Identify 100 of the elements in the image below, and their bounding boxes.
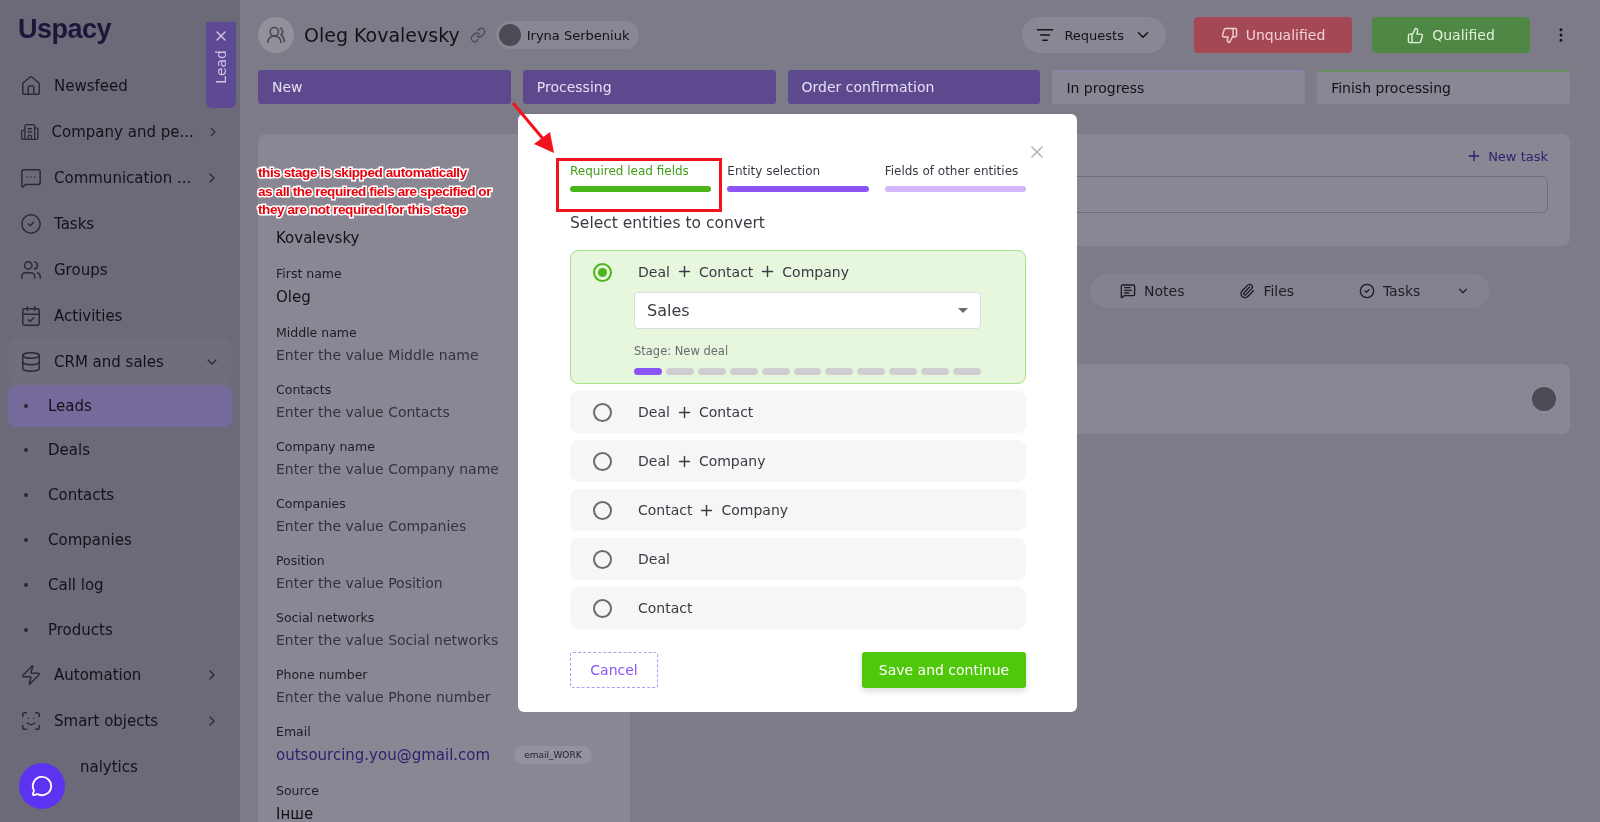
field-label: Companies [276,496,346,511]
email-link[interactable]: outsourcing.you@gmail.com [276,746,491,764]
field-label: Position [276,553,325,568]
nav-subitem[interactable]: Call log [48,575,104,594]
calendar-icon [20,305,42,327]
responsible-chip[interactable]: Iryna Serbeniuk [495,21,640,49]
entity-option[interactable]: Deal Contact Company Sales Stage: New deal [570,250,1026,384]
nav-subitem[interactable]: Products [48,620,113,639]
radio-button[interactable] [593,500,612,520]
entity-name: Deal [638,404,670,420]
annotation-text: this stage is skipped automatically as all the required fiels are specified or they are not required for this stage [258,164,492,219]
bullet-icon [24,582,28,587]
unqualified-button[interactable]: Unqualified [1194,17,1352,53]
entity-option[interactable]: Deal [570,538,1026,580]
pipeline-dropdown[interactable]: Requests [1022,17,1166,53]
nav-subitem[interactable]: Deals [48,440,90,459]
entity-option[interactable]: Deal Company [570,440,1026,482]
field-placeholder[interactable]: Enter the value Social networks [276,632,499,648]
note-icon [1120,283,1136,299]
timeline-tab[interactable]: Files [1239,283,1349,299]
thumbs-down-icon [1220,26,1238,44]
nav-subitem[interactable]: Companies [48,530,132,549]
radio-button[interactable] [593,451,612,471]
building-icon [20,121,40,143]
radio-button[interactable] [593,598,612,618]
stage-step[interactable]: Order confirmation [787,70,1041,104]
entity-name: Company [698,453,766,469]
field-placeholder[interactable]: Enter the value Company name [276,461,499,477]
entity-name: Company [782,263,849,280]
nav-item[interactable]: Tasks [54,215,95,233]
nav-subitem[interactable]: Leads [48,397,92,415]
cancel-button[interactable]: Cancel [570,652,658,688]
nav-item[interactable]: CRM and sales [54,353,164,371]
thumbs-up-icon [1407,26,1425,44]
stage-step[interactable]: In progress [1052,70,1306,104]
field-placeholder[interactable]: Enter the value Middle name [276,347,479,363]
entity-name: Contact [698,263,754,280]
bullet-icon [24,447,28,452]
entity-name: Deal [638,551,670,567]
logo: Uspacy [18,14,112,45]
face-scan-icon [20,710,42,732]
lead-title: Oleg Kovalevsky [304,24,460,46]
radio-button[interactable] [593,402,612,422]
field-label: Contacts [276,382,332,397]
field-value: Kovalevsky [276,229,360,247]
nav-subitem[interactable]: Contacts [48,485,115,504]
check-circle-icon [20,213,42,235]
nav-group[interactable]: CRM and sales [8,339,232,385]
check-circle-icon [1358,283,1375,299]
pipeline-select[interactable]: Sales [634,292,981,329]
step-label: Entity selection [727,164,822,178]
field-value: Oleg [276,288,311,306]
lightning-icon [20,664,42,686]
field-value: Інше [276,805,314,822]
pipeline-label: Requests [1064,27,1124,43]
bullet-icon [24,492,28,497]
new-task-link[interactable]: New task [1466,148,1548,164]
nav-item[interactable]: Activities [54,307,123,325]
entity-option[interactable]: Contact Company [570,489,1026,531]
entity-name: Company [721,502,789,518]
nav-item[interactable]: nalytics [80,758,138,776]
save-and-continue-button[interactable]: Save and continue [862,652,1026,688]
field-placeholder[interactable]: Enter the value Contacts [276,404,450,420]
step-label: Required lead fields [570,164,690,178]
qualified-button[interactable]: Qualified [1372,17,1530,53]
entity-option[interactable]: Deal Contact [570,391,1026,433]
responsible-name: Iryna Serbeniuk [526,27,630,43]
timeline-tab[interactable]: Notes [1120,283,1230,299]
stage-step[interactable]: Processing [522,70,776,104]
bullet-icon [24,537,28,542]
field-label: First name [276,266,342,281]
nav-item[interactable]: Company and pe... [51,123,194,141]
entity-option[interactable]: Contact [570,587,1026,629]
nav-item[interactable]: Communication ... [54,169,192,187]
entity-name: Deal [638,453,670,469]
nav-item[interactable]: Newsfeed [54,77,128,95]
field-label: Email [276,724,311,739]
nav-item[interactable]: Smart objects [54,712,159,730]
step-label: Fields of other entities [884,164,1020,178]
nav-item-selected[interactable]: Leads [8,385,232,427]
stage-step[interactable]: Finish processing [1317,70,1570,104]
stage-step[interactable]: New [258,70,511,104]
timeline-tab[interactable]: Tasks [1358,283,1470,299]
radio-button[interactable] [593,263,612,282]
home-icon [20,75,42,97]
field-placeholder[interactable]: Enter the value Phone number [276,689,491,705]
people-icon [20,259,42,281]
side-tab[interactable]: Lead [206,22,236,108]
nav-item[interactable]: Groups [54,261,108,279]
field-label: Company name [276,439,375,454]
avatar-placeholder [1532,387,1556,411]
filter-icon [1036,26,1055,44]
radio-button[interactable] [593,549,612,569]
database-icon [20,351,42,373]
field-label: Source [276,783,319,798]
stage-label: Stage: New deal [634,344,730,358]
email-type-tag: email_WORK [514,746,592,764]
field-placeholder[interactable]: Enter the value Companies [276,518,467,534]
field-placeholder[interactable]: Enter the value Position [276,575,443,591]
nav-item[interactable]: Automation [54,666,142,684]
